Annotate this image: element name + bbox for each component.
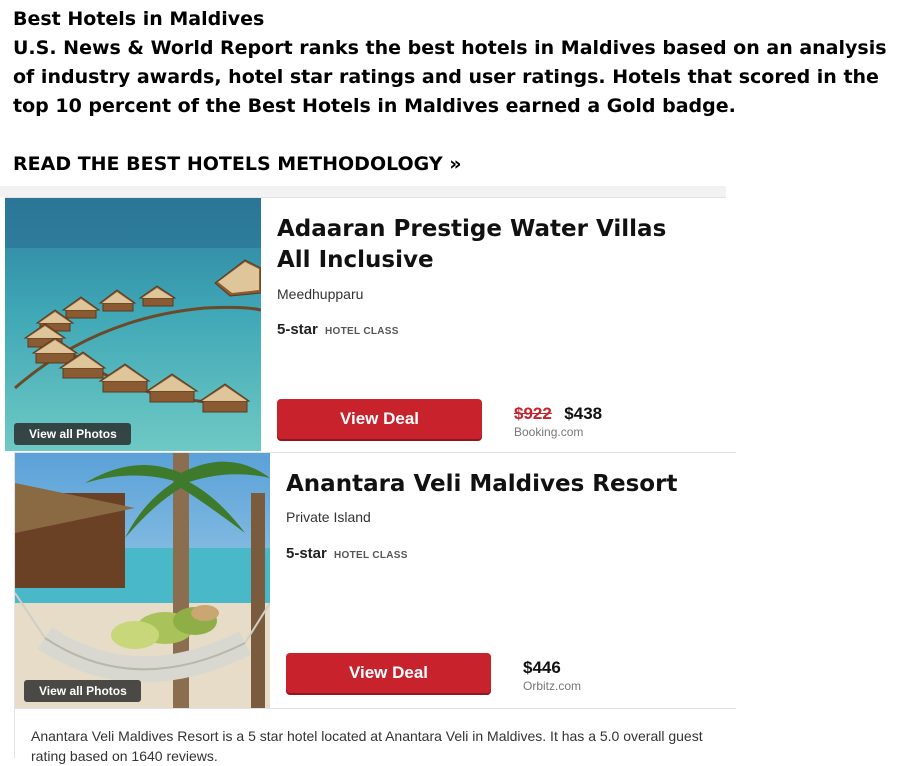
intro-description: U.S. News & World Report ranks the best … [13,37,887,117]
original-price: $922 [514,404,552,423]
star-rating: 5-star [286,545,327,562]
hotel-class-label: HOTEL CLASS [325,326,399,337]
view-all-photos-button[interactable]: View all Photos [24,680,141,702]
hotel-class: 5-star HOTEL CLASS [286,545,408,562]
methodology-link[interactable]: READ THE BEST HOTELS METHODOLOGY » [13,150,462,179]
deal-price: $446 [523,658,561,677]
hotel-class-label: HOTEL CLASS [334,550,408,561]
price-provider: Orbitz.com [523,679,582,693]
overwater-villas-photo [5,198,261,451]
hotel-name[interactable]: Anantara Veli Maldives Resort [286,469,716,500]
view-all-photos-button[interactable]: View all Photos [14,423,131,445]
hotel-location: Private Island [286,509,371,525]
star-rating: 5-star [277,321,318,338]
hotel-photo[interactable]: View all Photos [15,453,270,708]
intro-section: Best Hotels in Maldives U.S. News & Worl… [13,5,893,179]
price-block[interactable]: $446 Orbitz.com [523,658,581,693]
page-title: Best Hotels in Maldives [13,8,265,30]
view-deal-button[interactable]: View Deal [277,399,482,439]
hotel-class: 5-star HOTEL CLASS [277,321,399,338]
hotel-location: Meedhupparu [277,286,364,302]
hotel-photo[interactable]: View all Photos [5,198,261,451]
hotel-description: Anantara Veli Maldives Resort is a 5 sta… [31,728,703,764]
card-divider [15,708,736,709]
price-provider: Booking.com [514,425,584,439]
hotel-name[interactable]: Adaaran Prestige Water Villas All Inclus… [277,214,697,276]
list-top-strip [0,186,726,197]
price-block[interactable]: $922 $438 Booking.com [514,404,602,439]
beach-hammock-photo [15,453,270,708]
hotel-card: View all Photos Anantara Veli Maldives R… [14,452,736,764]
view-deal-button[interactable]: View Deal [286,653,491,693]
hotel-card: View all Photos Adaaran Prestige Water V… [5,197,726,452]
deal-price: $438 [564,404,603,423]
